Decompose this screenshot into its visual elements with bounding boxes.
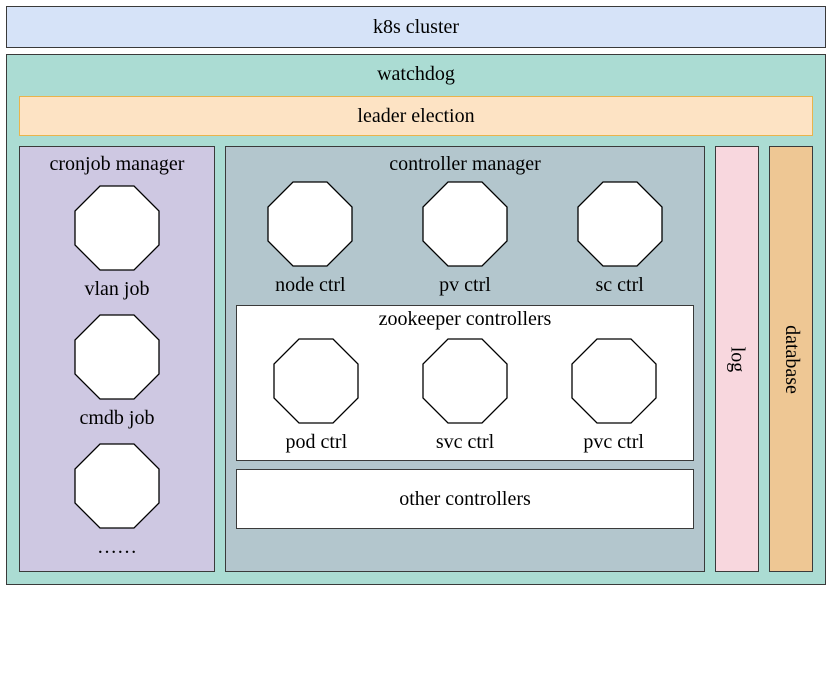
controller-label: pv ctrl [439, 274, 491, 297]
cronjob-item: cmdb job [71, 311, 163, 436]
watchdog-body-row: cronjob manager vlan job cmdb job …… con… [19, 146, 813, 572]
watchdog-box: watchdog leader election cronjob manager… [6, 54, 826, 585]
database-box: database [769, 146, 813, 572]
controller-label: pod ctrl [286, 431, 348, 454]
leader-election-label: leader election [357, 105, 474, 127]
controller-row: node ctrl pv ctrl sc ctrl [236, 178, 694, 297]
k8s-cluster-label: k8s cluster [373, 16, 459, 38]
octagon-icon [419, 178, 511, 270]
controller-manager-title: controller manager [236, 149, 694, 176]
octagon-icon [71, 440, 163, 532]
log-box: log [715, 146, 759, 572]
zookeeper-controllers-box: zookeeper controllers pod ctrl svc ctrl … [236, 305, 694, 461]
controller-item: pv ctrl [391, 178, 540, 297]
other-controllers-label: other controllers [399, 488, 531, 511]
log-label: log [726, 346, 749, 372]
controller-label: sc ctrl [596, 274, 644, 297]
octagon-icon [264, 178, 356, 270]
octagon-icon [71, 182, 163, 274]
zookeeper-title: zookeeper controllers [245, 308, 685, 333]
other-controllers-box: other controllers [236, 469, 694, 529]
controller-item: node ctrl [236, 178, 385, 297]
cronjob-manager-box: cronjob manager vlan job cmdb job …… [19, 146, 215, 572]
zookeeper-row: pod ctrl svc ctrl pvc ctrl [245, 335, 685, 454]
cronjob-item: vlan job [71, 182, 163, 307]
octagon-icon [574, 178, 666, 270]
watchdog-title: watchdog [19, 59, 813, 92]
controller-label: pvc ctrl [583, 431, 644, 454]
cronjob-item-label: cmdb job [80, 407, 155, 430]
octagon-icon [71, 311, 163, 403]
cronjob-manager-title: cronjob manager [50, 149, 185, 178]
controller-item: svc ctrl [394, 335, 537, 454]
octagon-icon [568, 335, 660, 427]
cronjob-item-label: …… [97, 536, 137, 559]
database-label: database [780, 325, 803, 394]
octagon-icon [270, 335, 362, 427]
controller-label: svc ctrl [436, 431, 494, 454]
k8s-cluster-box: k8s cluster [6, 6, 826, 48]
cronjob-item: …… [71, 440, 163, 565]
controller-item: sc ctrl [545, 178, 694, 297]
controller-item: pvc ctrl [542, 335, 685, 454]
octagon-icon [419, 335, 511, 427]
cronjob-item-label: vlan job [85, 278, 150, 301]
leader-election-box: leader election [19, 96, 813, 136]
controller-label: node ctrl [275, 274, 346, 297]
controller-manager-box: controller manager node ctrl pv ctrl sc … [225, 146, 705, 572]
controller-item: pod ctrl [245, 335, 388, 454]
